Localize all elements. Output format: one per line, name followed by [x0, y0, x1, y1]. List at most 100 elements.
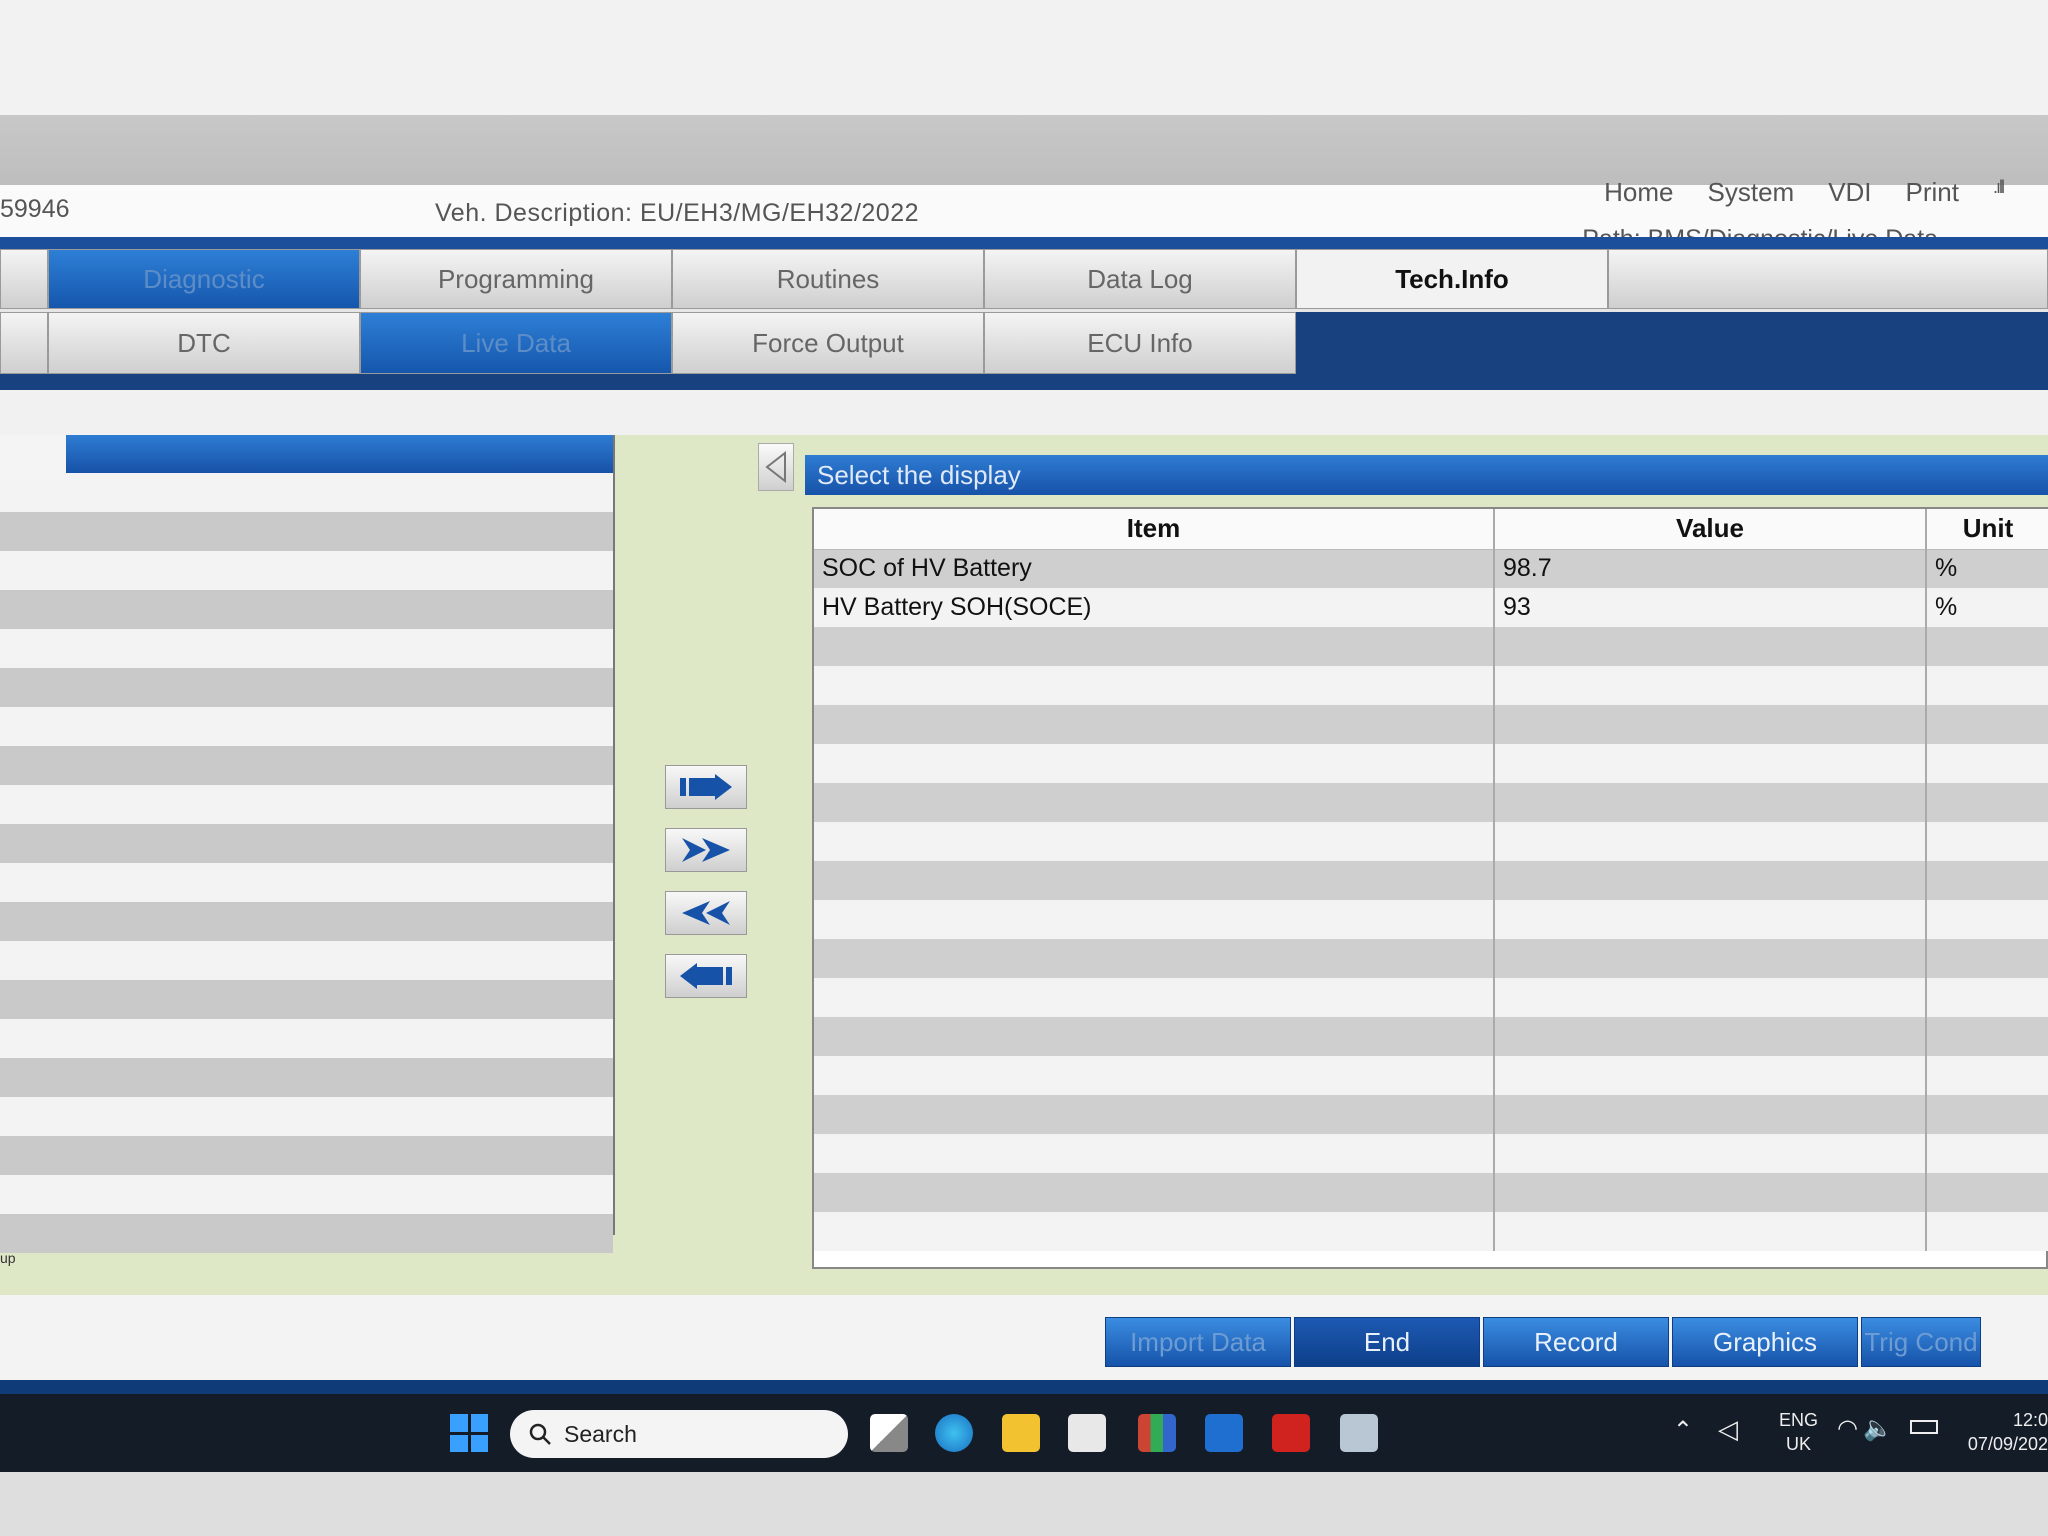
- tab-routines[interactable]: Routines: [672, 249, 984, 309]
- tab-live-data[interactable]: Live Data: [360, 312, 672, 374]
- list-item[interactable]: [0, 824, 613, 863]
- signal-icon: .ıll: [1993, 177, 2005, 197]
- import-data-button[interactable]: Import Data: [1105, 1317, 1291, 1367]
- clock[interactable]: 12:0 07/09/202: [1953, 1408, 2048, 1456]
- column-item[interactable]: Item: [814, 509, 1495, 550]
- vin-fragment: 59946: [0, 195, 70, 223]
- end-button[interactable]: End: [1294, 1317, 1480, 1367]
- table-header-row: Item Value Unit: [814, 509, 2048, 550]
- veh-description-label: Veh. Description:: [435, 199, 633, 227]
- table-row[interactable]: [814, 939, 2048, 978]
- table-row[interactable]: [814, 783, 2048, 822]
- list-item[interactable]: [0, 902, 613, 941]
- list-item[interactable]: [0, 1136, 613, 1175]
- volume-icon[interactable]: 🔈: [1863, 1414, 1893, 1443]
- location-icon[interactable]: ◁: [1718, 1414, 1738, 1445]
- chevron-up-icon[interactable]: ⌃: [1673, 1416, 1693, 1445]
- row-item: HV Battery SOH(SOCE): [814, 588, 1495, 627]
- snipping-tool-icon[interactable]: [1068, 1414, 1106, 1452]
- action-buttons: Import Data End Record Graphics Trig Con…: [1105, 1317, 1984, 1367]
- action-bar: Import Data End Record Graphics Trig Con…: [0, 1295, 2048, 1380]
- file-explorer-icon[interactable]: [1002, 1414, 1040, 1452]
- list-item[interactable]: [0, 1019, 613, 1058]
- outlook-icon[interactable]: [1205, 1414, 1243, 1452]
- list-item[interactable]: [0, 707, 613, 746]
- list-item[interactable]: [0, 668, 613, 707]
- table-row[interactable]: [814, 627, 2048, 666]
- list-item[interactable]: [0, 590, 613, 629]
- tab-row1-filler: [1608, 249, 2048, 309]
- table-row[interactable]: [814, 1056, 2048, 1095]
- table-row[interactable]: [814, 1017, 2048, 1056]
- diagnostic-app-icon[interactable]: [1340, 1414, 1378, 1452]
- list-item[interactable]: [0, 1214, 613, 1253]
- menu-vdi[interactable]: VDI: [1828, 177, 1871, 208]
- menu-home[interactable]: Home: [1604, 177, 1673, 208]
- winrar-icon[interactable]: [1138, 1414, 1176, 1452]
- row-unit: %: [1926, 588, 2048, 627]
- live-data-table: Item Value Unit SOC of HV Battery 98.7 %…: [812, 507, 2048, 1269]
- table-row[interactable]: [814, 978, 2048, 1017]
- table-row[interactable]: SOC of HV Battery 98.7 %: [814, 549, 2048, 588]
- list-item[interactable]: [0, 551, 613, 590]
- table-row[interactable]: [814, 1212, 2048, 1251]
- table-row[interactable]: [814, 822, 2048, 861]
- tab-diagnostic[interactable]: Diagnostic: [48, 249, 360, 309]
- table-row[interactable]: [814, 1134, 2048, 1173]
- list-item[interactable]: [0, 1097, 613, 1136]
- list-item[interactable]: [0, 785, 613, 824]
- graphics-button[interactable]: Graphics: [1672, 1317, 1858, 1367]
- wifi-icon[interactable]: ◠: [1837, 1414, 1858, 1443]
- acrobat-icon[interactable]: [1272, 1414, 1310, 1452]
- list-item[interactable]: [0, 473, 613, 512]
- column-value[interactable]: Value: [1494, 509, 1927, 550]
- windows-start-icon[interactable]: [450, 1414, 488, 1452]
- menu-print[interactable]: Print: [1906, 177, 1959, 208]
- language-indicator[interactable]: ENG UK: [1779, 1408, 1818, 1456]
- menu-system[interactable]: System: [1708, 177, 1795, 208]
- list-item[interactable]: [0, 941, 613, 980]
- list-item[interactable]: [0, 512, 613, 551]
- table-row[interactable]: [814, 666, 2048, 705]
- add-all-button[interactable]: [665, 828, 747, 872]
- top-menu: Home System VDI Print .ıll: [1604, 177, 2005, 208]
- table-row[interactable]: [814, 861, 2048, 900]
- back-button[interactable]: [758, 443, 794, 491]
- list-item[interactable]: [0, 746, 613, 785]
- list-item[interactable]: [0, 1175, 613, 1214]
- taskbar-search[interactable]: Search: [510, 1410, 848, 1458]
- tab-ecu-info[interactable]: ECU Info: [984, 312, 1296, 374]
- left-footer-text: up: [0, 1250, 16, 1266]
- battery-icon[interactable]: [1910, 1420, 1938, 1434]
- back-arrow-icon: [765, 450, 786, 484]
- tab-tech-info[interactable]: Tech.Info: [1296, 249, 1608, 309]
- table-row[interactable]: [814, 1095, 2048, 1134]
- table-row[interactable]: [814, 1173, 2048, 1212]
- main-tabs: Diagnostic Programming Routines Data Log…: [0, 249, 2048, 309]
- tab-dtc[interactable]: DTC: [48, 312, 360, 374]
- record-button[interactable]: Record: [1483, 1317, 1669, 1367]
- tab-force-output[interactable]: Force Output: [672, 312, 984, 374]
- task-view-icon[interactable]: [870, 1414, 908, 1452]
- arrow-right-icon: [680, 774, 732, 800]
- tab-programming[interactable]: Programming: [360, 249, 672, 309]
- list-item[interactable]: [0, 980, 613, 1019]
- list-item[interactable]: [0, 863, 613, 902]
- tab-data-log[interactable]: Data Log: [984, 249, 1296, 309]
- arrow-left-icon: [680, 963, 732, 989]
- remove-all-button[interactable]: [665, 891, 747, 935]
- table-row[interactable]: HV Battery SOH(SOCE) 93 %: [814, 588, 2048, 627]
- trig-cond-button[interactable]: Trig Cond: [1861, 1317, 1981, 1367]
- lang-line2: UK: [1785, 1434, 1811, 1454]
- remove-selected-button[interactable]: [665, 954, 747, 998]
- column-unit[interactable]: Unit: [1926, 509, 2048, 550]
- search-icon: [529, 1423, 551, 1445]
- table-row[interactable]: [814, 900, 2048, 939]
- available-items-list: [0, 435, 615, 1253]
- list-item[interactable]: [0, 629, 613, 668]
- list-item[interactable]: [0, 1058, 613, 1097]
- table-row[interactable]: [814, 705, 2048, 744]
- edge-browser-icon[interactable]: [935, 1414, 973, 1452]
- add-selected-button[interactable]: [665, 765, 747, 809]
- table-row[interactable]: [814, 744, 2048, 783]
